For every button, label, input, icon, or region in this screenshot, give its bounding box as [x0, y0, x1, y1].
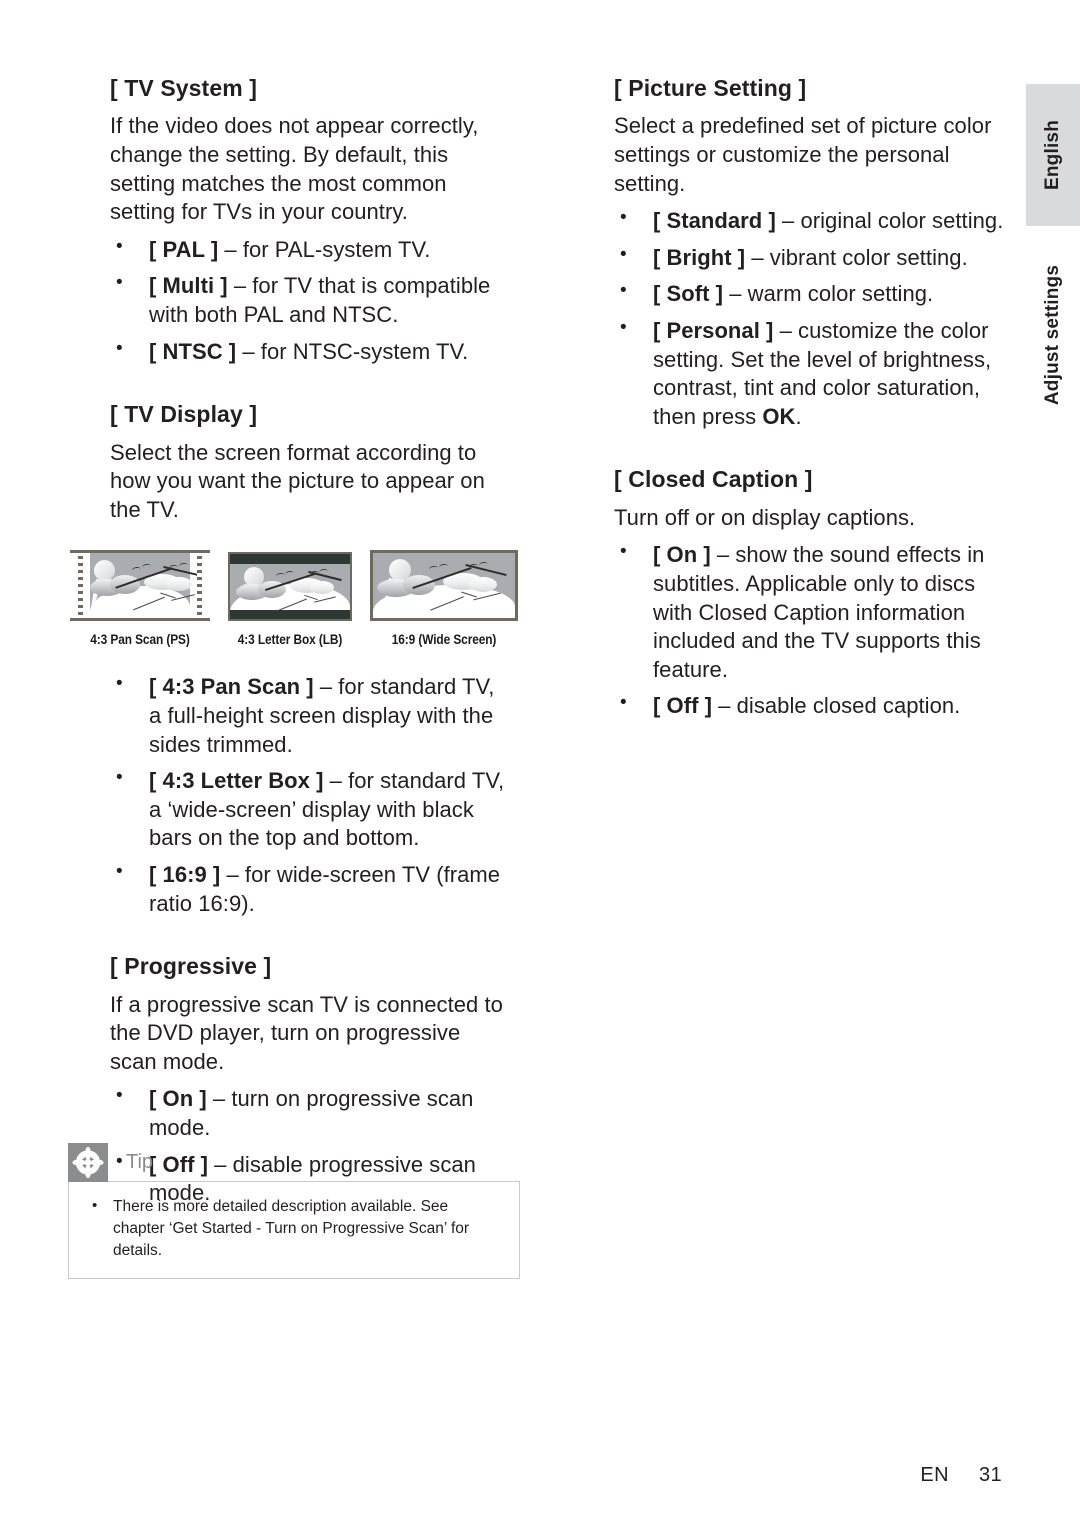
option-label: [ 16:9 ]	[149, 861, 221, 887]
option-label: [ Multi ]	[149, 273, 228, 299]
list-item: [ 16:9 ] – for wide-screen TV (frame rat…	[110, 860, 510, 918]
tv-display-figure: 4:3 Pan Scan (PS) 4:3 Letter Box (LB) 16…	[70, 550, 540, 647]
list-item: [ NTSC ] – for NTSC-system TV.	[110, 337, 510, 367]
manual-page: English Adjust settings [ TV System ] If…	[0, 0, 1080, 1527]
option-desc: – original color setting.	[775, 208, 1004, 234]
figure-caption: 4:3 Letter Box (LB)	[237, 632, 343, 648]
language-tab-label: English	[1042, 119, 1063, 191]
section-title: [ Progressive ]	[110, 953, 272, 980]
list-item: [ PAL ] – for PAL-system TV.	[110, 235, 510, 265]
list-item: There is more detailed description avail…	[85, 1195, 503, 1262]
option-desc: – for PAL-system TV.	[218, 236, 431, 262]
tip-box: Tip There is more detailed description a…	[68, 1143, 520, 1279]
list-item: [ 4:3 Pan Scan ] – for standard TV, a fu…	[110, 672, 510, 759]
section-tv-display: [ TV Display ] Select the screen format …	[70, 400, 518, 918]
option-label: [ Standard ]	[653, 208, 776, 234]
option-label: [ NTSC ]	[149, 338, 237, 364]
tip-list: There is more detailed description avail…	[85, 1195, 503, 1262]
tip-body: There is more detailed description avail…	[68, 1181, 520, 1279]
left-column: [ TV System ] If the video does not appe…	[70, 74, 518, 1216]
list-item: [ Off ] – disable closed caption.	[614, 691, 1006, 721]
footer-language-code: EN	[920, 1464, 949, 1486]
option-label: [ On ]	[653, 542, 711, 568]
wide-screen-illustration	[370, 550, 518, 622]
list-item: [ On ] – show the sound effects in subti…	[614, 540, 1006, 684]
option-desc: – for NTSC-system TV.	[236, 338, 469, 364]
figure-caption: 4:3 Pan Scan (PS)	[90, 632, 190, 648]
asterisk-icon	[68, 1143, 108, 1182]
pan-scan-illustration	[70, 550, 210, 622]
list-item: [ On ] – turn on progressive scan mode.	[110, 1084, 510, 1142]
option-label: [ PAL ]	[149, 236, 219, 262]
letter-box-illustration	[228, 552, 352, 622]
list-item: [ Personal ] – customize the color setti…	[614, 316, 1006, 431]
footer-page-number: 31	[978, 1464, 1002, 1486]
option-label: [ 4:3 Pan Scan ]	[149, 674, 314, 700]
figure-panel-letter-box: 4:3 Letter Box (LB)	[228, 552, 352, 647]
option-label: [ Soft ]	[653, 281, 724, 307]
section-paragraph: Select the screen format according to ho…	[110, 439, 485, 522]
option-label: [ 4:3 Letter Box ]	[149, 768, 324, 794]
film-sprocket-left	[78, 556, 83, 616]
chapter-marker-label: Adjust settings	[1042, 264, 1063, 406]
film-sprocket-right	[197, 556, 202, 616]
option-list: [ Standard ] – original color setting. […	[614, 206, 1006, 431]
letterbox-bar-top	[230, 554, 350, 564]
right-column: [ Picture Setting ] Select a predefined …	[614, 74, 1006, 729]
option-list: [ PAL ] – for PAL-system TV. [ Multi ] –…	[110, 235, 510, 367]
section-closed-caption: [ Closed Caption ] Turn off or on displa…	[614, 465, 1006, 721]
option-label: [ Bright ]	[653, 244, 746, 270]
option-desc: – disable closed caption.	[712, 693, 961, 719]
option-label: [ On ]	[149, 1086, 207, 1112]
section-title: [ TV System ]	[110, 75, 258, 101]
tip-header: Tip	[68, 1143, 520, 1182]
section-paragraph: If a progressive scan TV is connected to…	[110, 991, 503, 1074]
letterbox-bar-bottom	[230, 610, 350, 620]
list-item: [ Standard ] – original color setting.	[614, 206, 1006, 236]
option-desc: – vibrant color setting.	[745, 244, 968, 270]
list-item: [ Bright ] – vibrant color setting.	[614, 243, 1006, 273]
page-footer: EN 31	[920, 1464, 1002, 1487]
section-title: [ Closed Caption ]	[614, 466, 813, 493]
section-title: [ Picture Setting ]	[614, 75, 807, 101]
option-key-ok: OK	[762, 403, 796, 429]
tip-title: Tip	[126, 1151, 154, 1173]
option-list: [ 4:3 Pan Scan ] – for standard TV, a fu…	[110, 672, 510, 918]
section-title: [ TV Display ]	[110, 401, 258, 428]
section-paragraph: Select a predefined set of picture color…	[614, 113, 992, 196]
list-item: [ Multi ] – for TV that is compatible wi…	[110, 271, 510, 329]
figure-panel-pan-scan: 4:3 Pan Scan (PS)	[70, 550, 210, 647]
list-item: [ 4:3 Letter Box ] – for standard TV, a …	[110, 766, 510, 853]
section-paragraph: If the video does not appear correctly, …	[110, 113, 479, 225]
chapter-marker: Adjust settings	[1026, 250, 1080, 420]
figure-caption: 16:9 (Wide Screen)	[391, 632, 497, 648]
option-desc: – warm color setting.	[723, 281, 934, 307]
option-desc-tail: .	[795, 403, 802, 429]
section-tv-system: [ TV System ] If the video does not appe…	[110, 74, 510, 366]
option-list: [ On ] – show the sound effects in subti…	[614, 540, 1006, 721]
option-label: [ Off ]	[653, 693, 712, 719]
option-label: [ Personal ]	[653, 318, 774, 343]
language-tab: English	[1026, 84, 1080, 226]
section-picture-setting: [ Picture Setting ] Select a predefined …	[614, 74, 1006, 431]
figure-panel-wide-screen: 16:9 (Wide Screen)	[370, 550, 518, 647]
section-paragraph: Turn off or on display captions.	[614, 504, 916, 530]
list-item: [ Soft ] – warm color setting.	[614, 279, 1006, 309]
